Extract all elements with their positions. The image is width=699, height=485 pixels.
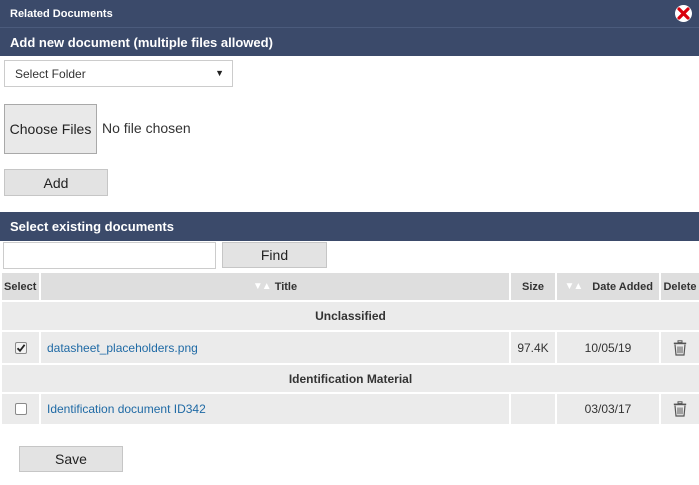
dialog-title-bar: Related Documents bbox=[0, 0, 699, 27]
column-header-date-label: Date Added bbox=[592, 280, 653, 293]
table-row: datasheet_placeholders.png 97.4K 10/05/1… bbox=[2, 332, 699, 363]
row-date: 10/05/19 bbox=[555, 332, 659, 363]
choose-files-button[interactable]: Choose Files bbox=[4, 104, 97, 154]
existing-documents-heading: Select existing documents bbox=[10, 219, 174, 234]
row-select-cell bbox=[2, 394, 39, 424]
add-document-header: Add new document (multiple files allowed… bbox=[0, 27, 699, 56]
save-button[interactable]: Save bbox=[19, 446, 123, 472]
dialog-title: Related Documents bbox=[10, 7, 113, 20]
add-button[interactable]: Add bbox=[4, 169, 108, 196]
row-date: 03/03/17 bbox=[555, 394, 659, 424]
column-header-title[interactable]: ▼▲ Title bbox=[39, 273, 509, 300]
existing-documents-header: Select existing documents bbox=[0, 212, 699, 241]
group-row: Identification Material bbox=[2, 365, 699, 392]
document-link[interactable]: Identification document ID342 bbox=[47, 402, 206, 416]
folder-select[interactable]: Select Folder ▼ bbox=[4, 60, 233, 87]
search-input[interactable] bbox=[3, 242, 216, 269]
column-header-delete: Delete bbox=[659, 273, 699, 300]
row-delete-cell bbox=[659, 332, 699, 363]
add-document-heading: Add new document (multiple files allowed… bbox=[10, 34, 273, 50]
group-row: Unclassified bbox=[2, 302, 699, 330]
sort-icon[interactable]: ▼▲ bbox=[564, 281, 583, 292]
row-checkbox[interactable] bbox=[14, 403, 27, 415]
row-checkbox[interactable] bbox=[14, 341, 27, 354]
folder-select-value: Select Folder bbox=[15, 66, 86, 81]
row-select-cell bbox=[2, 332, 39, 363]
document-link[interactable]: datasheet_placeholders.png bbox=[47, 341, 198, 355]
table-header: Select ▼▲ Title Size ▼▲ Date Added Delet… bbox=[2, 273, 699, 300]
column-header-size: Size bbox=[509, 273, 555, 300]
row-title-cell: Identification document ID342 bbox=[39, 394, 509, 424]
find-button[interactable]: Find bbox=[222, 242, 327, 268]
row-title-cell: datasheet_placeholders.png bbox=[39, 332, 509, 363]
row-delete-cell bbox=[659, 394, 699, 424]
group-name: Identification Material bbox=[288, 371, 413, 386]
chevron-down-icon: ▼ bbox=[215, 68, 224, 78]
column-header-select: Select bbox=[4, 280, 37, 293]
table-row: Identification document ID342 03/03/17 bbox=[2, 394, 699, 424]
group-name: Unclassified bbox=[315, 309, 386, 323]
trash-icon[interactable] bbox=[673, 401, 687, 417]
trash-icon[interactable] bbox=[673, 339, 687, 356]
column-header-title-label: Title bbox=[274, 280, 298, 293]
column-header-date[interactable]: ▼▲ Date Added bbox=[555, 273, 659, 300]
sort-icon[interactable]: ▼▲ bbox=[253, 281, 272, 292]
close-icon[interactable] bbox=[675, 5, 692, 22]
row-size: 97.4K bbox=[509, 332, 555, 363]
no-file-chosen-text: No file chosen bbox=[102, 120, 191, 136]
row-size bbox=[509, 394, 555, 424]
